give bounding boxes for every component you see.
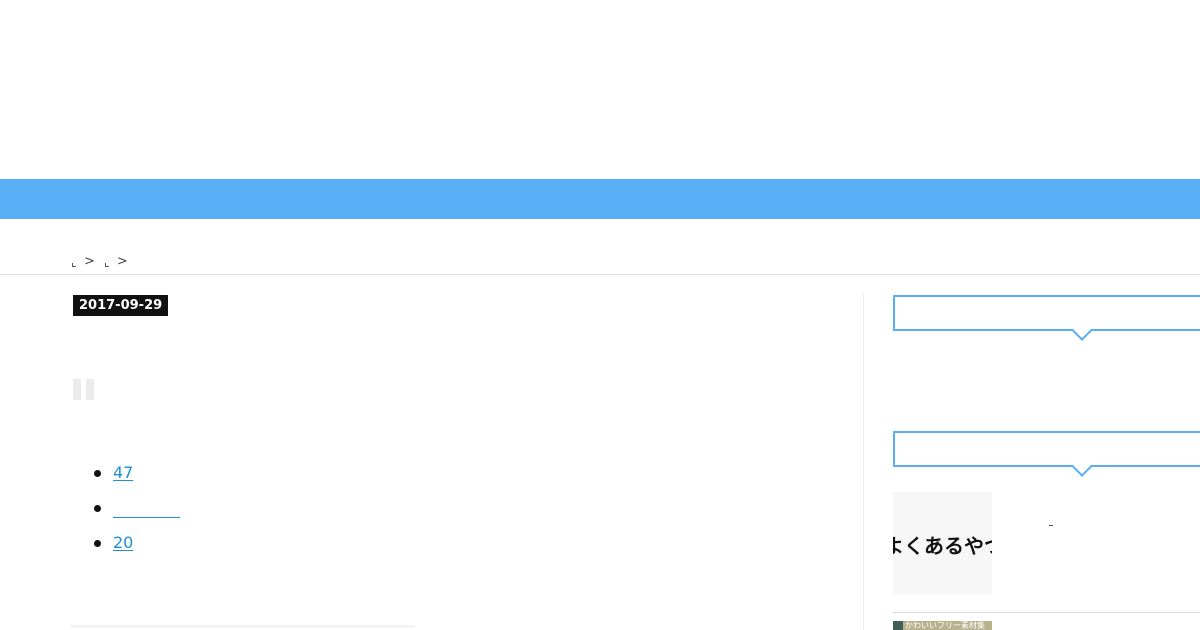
breadcrumb-divider <box>0 274 1200 275</box>
quote-icon <box>73 379 94 400</box>
list-item: 47 <box>92 462 180 497</box>
sidebar-widget-heading <box>893 295 1200 341</box>
speech-notch-icon <box>1072 457 1092 477</box>
site-header <box>0 0 1200 179</box>
bullet-icon <box>94 470 101 477</box>
related-link[interactable]: 20 <box>113 532 152 554</box>
breadcrumb: > > <box>72 252 138 270</box>
speech-notch-icon <box>1072 321 1092 341</box>
article-thumbnail[interactable]: かわいいフリー素材集 <box>893 621 992 630</box>
sidebar-divider <box>863 293 864 630</box>
article-thumbnail[interactable]: よくあるやつ <box>893 492 992 595</box>
sidebar-widget-heading <box>893 431 1200 477</box>
bullet-icon <box>94 505 101 512</box>
list-marker <box>1049 525 1053 526</box>
thumbnail-text: かわいいフリー素材集 <box>905 621 985 630</box>
thumbnail-text: よくあるやつ <box>893 534 992 558</box>
list-item <box>92 497 180 532</box>
category-icon[interactable] <box>104 263 109 267</box>
content-divider <box>70 625 415 628</box>
related-link[interactable] <box>113 497 180 518</box>
home-icon[interactable] <box>72 263 76 267</box>
related-links-list: 47 20 <box>92 462 180 567</box>
list-divider <box>893 612 1200 613</box>
post-date-badge: 2017-09-29 <box>73 295 169 316</box>
breadcrumb-separator: > <box>84 253 95 269</box>
breadcrumb-separator: > <box>116 253 128 269</box>
global-nav-bar[interactable] <box>0 179 1200 219</box>
related-link[interactable]: 47 <box>113 462 133 484</box>
thumbnail-accent <box>893 621 903 630</box>
bullet-icon <box>94 540 101 547</box>
list-item: 20 <box>92 532 180 567</box>
